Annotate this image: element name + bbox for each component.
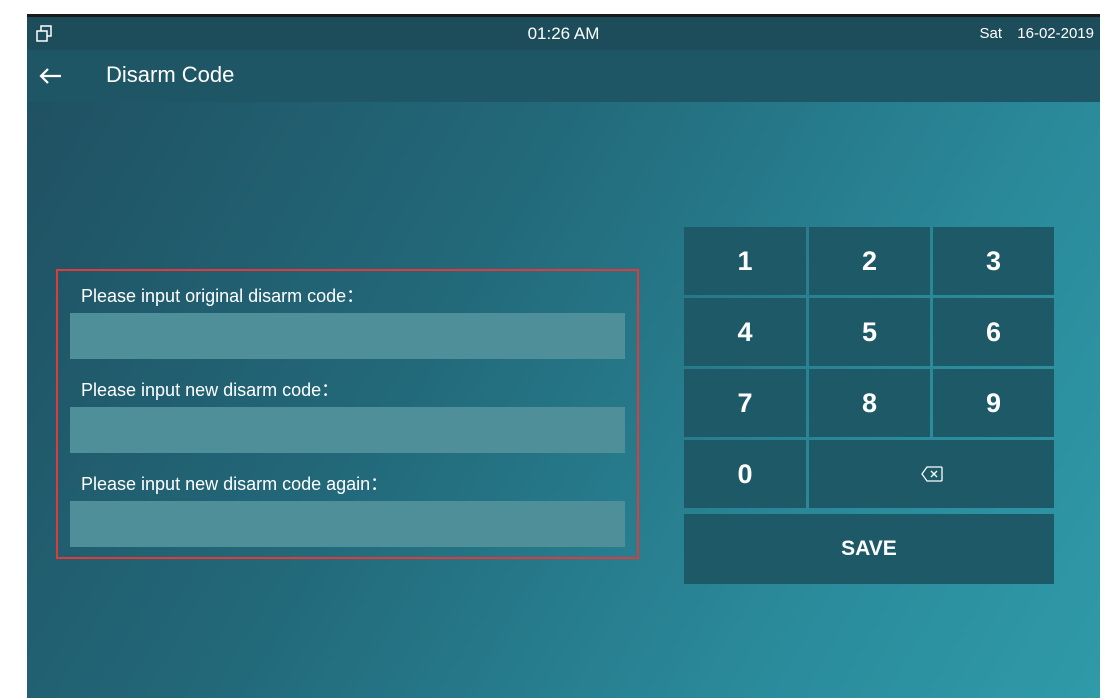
page-frame: 01:26 AM Sat 16-02-2019 Disarm Code Plea…: [0, 0, 1107, 698]
backspace-button[interactable]: [809, 440, 1054, 508]
new-code-input[interactable]: [70, 407, 625, 453]
device-screen: 01:26 AM Sat 16-02-2019 Disarm Code Plea…: [27, 17, 1100, 698]
key-4[interactable]: 4: [684, 298, 806, 366]
key-2[interactable]: 2: [809, 227, 930, 295]
key-0[interactable]: 0: [684, 440, 806, 508]
original-code-label: Please input original disarm code：: [81, 286, 365, 306]
back-arrow-icon[interactable]: [37, 64, 65, 88]
status-day: Sat: [979, 25, 1002, 42]
key-3[interactable]: 3: [933, 227, 1054, 295]
page-title: Disarm Code: [106, 62, 235, 87]
disarm-code-form: Please input original disarm code： Pleas…: [56, 269, 639, 559]
key-9[interactable]: 9: [933, 369, 1054, 437]
status-time: 01:26 AM: [527, 24, 600, 43]
confirm-code-input[interactable]: [70, 501, 625, 547]
confirm-code-label: Please input new disarm code again：: [81, 474, 389, 494]
title-bar: Disarm Code: [27, 50, 1100, 102]
original-code-input[interactable]: [70, 313, 625, 359]
key-7[interactable]: 7: [684, 369, 806, 437]
key-5[interactable]: 5: [809, 298, 930, 366]
key-6[interactable]: 6: [933, 298, 1054, 366]
status-date: 16-02-2019: [1017, 25, 1094, 42]
status-bar: 01:26 AM Sat 16-02-2019: [27, 17, 1100, 50]
new-code-label: Please input new disarm code：: [81, 380, 340, 400]
save-button[interactable]: SAVE: [684, 514, 1054, 584]
key-1[interactable]: 1: [684, 227, 806, 295]
backspace-icon: [920, 466, 943, 482]
key-8[interactable]: 8: [809, 369, 930, 437]
